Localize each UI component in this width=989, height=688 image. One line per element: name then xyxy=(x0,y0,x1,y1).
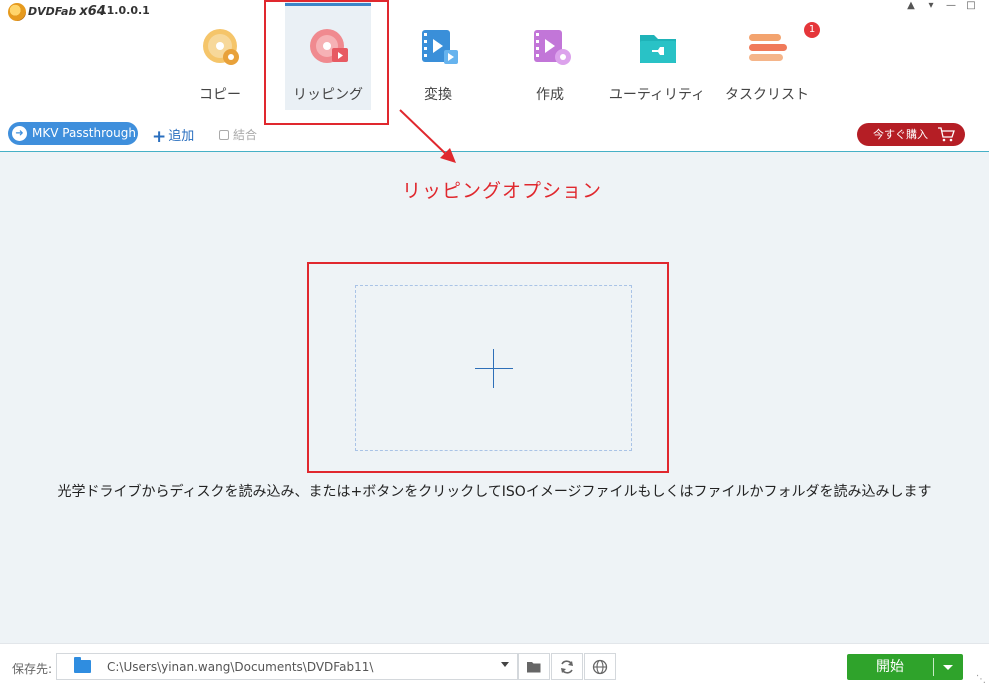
copy-disc-icon xyxy=(203,29,239,65)
annotation-arrow xyxy=(399,109,456,163)
nav-item-creator[interactable]: 作成 xyxy=(507,0,593,110)
nav-item-utility[interactable]: ユーティリティ xyxy=(609,0,705,110)
start-button[interactable]: 開始 xyxy=(847,654,963,680)
browse-folder-button[interactable] xyxy=(518,653,550,680)
output-path-select[interactable]: C:\Users\yinan.wang\Documents\DVDFab11\ xyxy=(56,653,518,680)
arrow-right-icon: ➜ xyxy=(12,126,27,141)
convert-film-icon xyxy=(422,30,458,64)
output-path-text: C:\Users\yinan.wang\Documents\DVDFab11\ xyxy=(107,660,374,674)
globe-icon xyxy=(592,659,608,675)
start-label: 開始 xyxy=(876,659,904,675)
open-folder-icon xyxy=(527,662,541,673)
save-to-label: 保存先: xyxy=(12,662,53,676)
mkv-passthrough-label: MKV Passthrough xyxy=(32,126,136,140)
annotation-box-ripping xyxy=(264,0,389,125)
utility-folder-icon xyxy=(640,35,676,63)
nav-item-copy[interactable]: コピー xyxy=(177,0,263,110)
buy-now-label: 今すぐ購入 xyxy=(873,128,928,141)
merge-button[interactable]: 結合 xyxy=(219,126,257,143)
bottom-bar: 保存先: C:\Users\yinan.wang\Documents\DVDFa… xyxy=(0,643,989,688)
annotation-label: リッピングオプション xyxy=(402,180,603,202)
resize-grip-icon[interactable]: ⋱ xyxy=(976,674,986,685)
tasklist-count-badge: 1 xyxy=(804,22,820,38)
add-label: 追加 xyxy=(168,129,195,144)
module-nav: コピー リッピング 変換 作成 ユーティリティ 1 タスクリスト xyxy=(0,0,989,114)
folder-icon xyxy=(74,657,91,673)
toolbar: ➜ MKV Passthrough + 追加 結合 今すぐ購入 xyxy=(0,114,989,152)
top-bar: DVDFab x64 11.0.0.1 ▲ ▾ — □ コピー リッピング 変換… xyxy=(0,0,989,114)
chevron-down-icon[interactable] xyxy=(501,662,509,667)
merge-label: 結合 xyxy=(233,128,258,142)
tasklist-icon xyxy=(749,34,787,61)
start-dropdown-icon[interactable] xyxy=(943,665,953,670)
nav-item-tasklist[interactable]: 1 タスクリスト xyxy=(724,0,820,110)
nav-label-utility: ユーティリティ xyxy=(608,87,706,103)
nav-label-convert: 変換 xyxy=(424,87,452,103)
refresh-icon xyxy=(561,660,573,674)
refresh-button[interactable] xyxy=(551,653,583,680)
add-source-plus-icon[interactable] xyxy=(475,368,513,369)
add-source-plus-icon-vertical[interactable] xyxy=(493,349,494,388)
start-divider xyxy=(933,658,934,676)
add-button[interactable]: + 追加 xyxy=(152,125,194,147)
buy-now-button[interactable]: 今すぐ購入 xyxy=(857,123,965,146)
creator-film-icon xyxy=(534,30,571,65)
plus-icon: + xyxy=(152,127,167,147)
nav-item-convert[interactable]: 変換 xyxy=(395,0,481,110)
web-button[interactable] xyxy=(584,653,616,680)
merge-icon xyxy=(219,130,229,140)
load-source-hint: 光学ドライブからディスクを読み込み、または+ボタンをクリックしてISOイメージフ… xyxy=(57,484,932,500)
cart-icon xyxy=(938,127,955,142)
nav-label-tasklist: タスクリスト xyxy=(725,87,809,103)
mkv-passthrough-button[interactable]: ➜ MKV Passthrough xyxy=(8,122,138,145)
